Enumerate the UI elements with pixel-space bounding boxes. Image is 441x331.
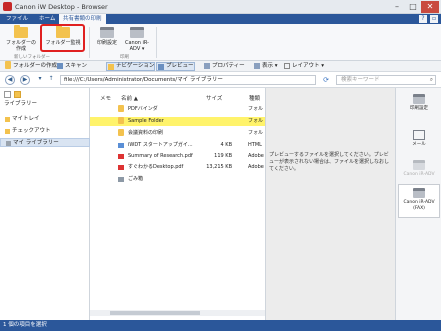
group-label-folder: 新しいフォルダー	[14, 55, 50, 60]
scan-tool[interactable]: スキャン	[56, 62, 87, 71]
device-icon	[413, 160, 425, 170]
help-icon[interactable]: ?	[419, 15, 427, 23]
file-row[interactable]: Sample Folder フォル	[90, 117, 265, 126]
file-row[interactable]: iWDT スタートアップガイ... 4 KB HTML	[90, 141, 265, 150]
preview-tool[interactable]: プレビュー	[156, 62, 195, 71]
tree-item-mylibrary[interactable]: マイ ライブラリー	[0, 138, 90, 147]
preview-pane: プレビューするファイルを選択してください。プレビューが表示されない場合は、ファイ…	[265, 88, 395, 320]
minimize-button[interactable]: –	[389, 1, 405, 13]
folder-icon	[118, 105, 124, 112]
file-row[interactable]: Summary of Research.pdf 119 KB Adobe	[90, 152, 265, 161]
folder-icon	[14, 25, 28, 38]
title-bar: Canon iW Desktop - Browser – □ ✕	[0, 0, 441, 14]
tab-file[interactable]: ファイル	[2, 14, 32, 24]
window-title: Canon iW Desktop - Browser	[15, 3, 108, 11]
file-list: メモ 名前 ▲ サイズ 種類 PDFバインダ フォル Sample Folder フ…	[90, 88, 265, 320]
column-size[interactable]: サイズ	[206, 94, 222, 102]
refresh-icon[interactable]: ⟳	[321, 75, 331, 85]
mail-icon	[413, 130, 425, 140]
library-title: ライブラリー	[4, 101, 38, 107]
library-header: ライブラリー	[0, 88, 89, 107]
ribbon-separator	[156, 27, 157, 58]
path-input[interactable]: file:///C:/Users/Administrator/Documents…	[60, 75, 316, 85]
maximize-button[interactable]: □	[405, 1, 421, 13]
library-icon[interactable]	[14, 91, 21, 98]
scan-icon	[57, 63, 63, 69]
view-tool[interactable]: 表示 ▾	[253, 62, 278, 71]
output-mail[interactable]: メール	[398, 130, 440, 148]
back-button[interactable]: ◀	[5, 75, 15, 85]
print-settings-button[interactable]: 印刷設定	[94, 27, 120, 46]
folder-create-button[interactable]: フォルダーの作成	[4, 25, 38, 52]
pdf-file-icon	[118, 154, 124, 159]
search-input[interactable]: 検索キーワード ⌕	[336, 75, 436, 85]
navigation-tool[interactable]: ナビゲーション	[106, 62, 156, 71]
tree-item-checkout[interactable]: チェックアウト	[0, 127, 90, 136]
group-label-print: 印刷	[120, 55, 129, 60]
printer-icon	[100, 27, 114, 38]
output-canon-fax[interactable]: Canon iR-ADV (FAX)	[398, 184, 440, 218]
folder-icon	[5, 61, 11, 69]
ribbon-toggle-icon[interactable]: ▫	[430, 15, 438, 23]
html-file-icon	[118, 143, 124, 148]
canon-device-button[interactable]: Canon iR-ADV ▾	[122, 27, 152, 52]
tab-shared-print[interactable]: 共有書類の印刷	[59, 14, 106, 24]
toolbar: フォルダーの作成 スキャン ナビゲーション プレビュー プロパティー 表示 ▾ …	[0, 61, 441, 72]
output-print-settings[interactable]: 印刷設定	[398, 94, 440, 112]
scrollbar-thumb[interactable]	[110, 311, 200, 315]
checkout-icon	[5, 129, 10, 134]
device-icon	[130, 27, 144, 38]
search-icon[interactable]: ⌕	[430, 76, 433, 84]
highlight-frame	[40, 24, 85, 52]
folder-icon	[118, 129, 124, 136]
pdf-file-icon	[118, 165, 124, 170]
library-icon	[6, 141, 11, 146]
tree-item-mytray[interactable]: マイトレイ	[0, 115, 90, 124]
ribbon-separator	[89, 27, 90, 58]
horizontal-scrollbar[interactable]	[90, 310, 265, 316]
preview-message: プレビューするファイルを選択してください。プレビューが表示されない場合は、ファイ…	[269, 152, 390, 172]
forward-button[interactable]: ▶	[20, 75, 30, 85]
view-icon	[254, 63, 260, 69]
tab-home[interactable]: ホーム	[35, 14, 59, 24]
close-button[interactable]: ✕	[421, 1, 439, 13]
file-row[interactable]: 会議資料の印刷 フォル	[90, 129, 265, 138]
output-canon-device[interactable]: Canon iR-ADV	[398, 160, 440, 178]
file-row[interactable]: PDFバインダ フォル	[90, 105, 265, 114]
tray-icon	[5, 117, 10, 122]
preview-icon	[158, 64, 164, 70]
trash-icon	[118, 177, 124, 182]
column-memo[interactable]: メモ	[100, 94, 111, 102]
app-icon	[3, 2, 12, 11]
navigation-pane: ライブラリー マイトレイ チェックアウト マイ ライブラリー	[0, 88, 90, 320]
printer-icon	[413, 94, 425, 104]
address-bar: ◀ ▶ ▾ ↑ file:///C:/Users/Administrator/D…	[0, 72, 441, 88]
output-bar: 印刷設定 メール Canon iR-ADV Canon iR-ADV (FAX)	[395, 88, 441, 320]
column-name[interactable]: 名前 ▲	[121, 94, 138, 102]
fax-icon	[413, 188, 425, 198]
create-folder-tool[interactable]: フォルダーの作成	[4, 61, 57, 71]
file-row[interactable]: ごみ箱	[90, 175, 265, 184]
pane-button-icon[interactable]	[4, 91, 11, 98]
ribbon-tabs: ファイル ホーム 共有書類の印刷 ? ▫	[0, 14, 441, 24]
column-type[interactable]: 種類	[249, 94, 260, 102]
property-icon	[204, 63, 210, 69]
up-button[interactable]: ↑	[46, 75, 56, 85]
layout-tool[interactable]: レイアウト ▾	[283, 62, 324, 71]
property-tool[interactable]: プロパティー	[203, 62, 245, 71]
file-row[interactable]: すぐわかるDesktop.pdf 13,215 KB Adobe	[90, 163, 265, 172]
navigation-icon	[108, 64, 114, 70]
layout-icon	[284, 63, 290, 69]
window-controls: – □ ✕	[389, 1, 439, 13]
dropdown-icon[interactable]: ▾	[35, 75, 45, 85]
folder-icon	[118, 117, 124, 124]
status-bar: 1 個の項目を選択	[0, 320, 441, 331]
